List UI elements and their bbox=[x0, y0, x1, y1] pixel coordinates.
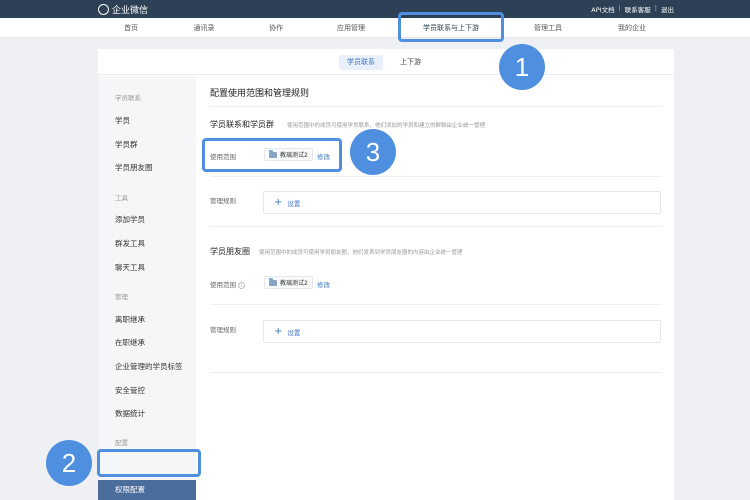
divider bbox=[210, 372, 661, 373]
callout-nav-highlight bbox=[398, 12, 504, 42]
info-icon[interactable]: i bbox=[238, 281, 245, 289]
page-title: 配置使用范围和管理规则 bbox=[210, 89, 310, 99]
folder-icon bbox=[269, 277, 277, 286]
top-links: API文档 | 联系客服 | 退出 bbox=[591, 4, 674, 14]
section-desc-contact-groups: 使用范围中的成员可使用学员联系，他们添加的学员和建立的群聊由企业统一管理 bbox=[287, 123, 486, 129]
top-bar: 企业微信 API文档 | 联系客服 | 退出 bbox=[0, 0, 750, 18]
divider: | bbox=[618, 4, 621, 12]
sidebar-item-students[interactable]: 学员 bbox=[115, 115, 130, 126]
divider bbox=[210, 304, 661, 305]
section-title-moments: 学员朋友圈 bbox=[210, 247, 250, 256]
sidebar-item-student-moments[interactable]: 学员朋友圈 bbox=[115, 162, 153, 173]
sidebar-item-active-inheritance[interactable]: 在职继承 bbox=[115, 337, 145, 348]
sidebar-item-permission-config[interactable]: 权限配置 bbox=[98, 480, 196, 500]
sidebar-group-student-contact: 学员联系 bbox=[115, 94, 141, 102]
rules-label: 管理规则 bbox=[210, 326, 236, 334]
plus-icon: + bbox=[274, 325, 283, 337]
sidebar-group-management: 管理 bbox=[115, 293, 128, 301]
api-docs-link[interactable]: API文档 bbox=[591, 4, 614, 14]
sub-tabs: 学员联系 上下游 bbox=[98, 49, 674, 75]
divider bbox=[210, 176, 661, 177]
scope-value: 教璃测试2 bbox=[280, 280, 308, 287]
nav-collaboration[interactable]: 协作 bbox=[269, 18, 283, 38]
section-title-contact-groups: 学员联系和学员群 bbox=[210, 120, 274, 129]
callout-scope-highlight bbox=[202, 138, 342, 172]
sidebar-item-data-statistics[interactable]: 数据统计 bbox=[115, 408, 145, 419]
sidebar-item-mass-send[interactable]: 群发工具 bbox=[115, 238, 145, 249]
nav-app-management[interactable]: 应用管理 bbox=[337, 18, 365, 38]
logo[interactable]: 企业微信 bbox=[98, 3, 148, 16]
contact-support-link[interactable]: 联系客服 bbox=[625, 4, 651, 14]
callout-badge-2: 2 bbox=[46, 440, 92, 486]
sidebar-item-security-control[interactable]: 安全管控 bbox=[115, 385, 145, 396]
sidebar-group-tools: 工具 bbox=[115, 194, 128, 202]
tab-student-contact[interactable]: 学员联系 bbox=[339, 55, 383, 70]
nav-contacts[interactable]: 通讯录 bbox=[194, 18, 215, 38]
edit-scope-link[interactable]: 修改 bbox=[317, 279, 330, 289]
divider bbox=[210, 226, 661, 227]
rules-setting-button[interactable]: + 设置 bbox=[263, 320, 661, 343]
plus-icon: + bbox=[274, 196, 283, 208]
setting-label: 设置 bbox=[287, 199, 301, 208]
nav-management-tools[interactable]: 管理工具 bbox=[534, 18, 562, 38]
section-desc-moments: 使用范围中的成员可使用学员朋友圈，他们发表到学员朋友圈的内容由企业统一管理 bbox=[259, 250, 463, 256]
scope-label: 使用范围 i bbox=[210, 279, 245, 289]
logout-link[interactable]: 退出 bbox=[661, 4, 674, 14]
sidebar-item-chat-tools[interactable]: 聊天工具 bbox=[115, 262, 145, 273]
sidebar-item-enterprise-tags[interactable]: 企业管理的学员标签 bbox=[115, 361, 183, 372]
divider: | bbox=[654, 4, 657, 12]
callout-sidebar-highlight bbox=[97, 449, 201, 477]
sidebar-group-config: 配置 bbox=[115, 439, 128, 447]
nav-my-enterprise[interactable]: 我的企业 bbox=[618, 18, 646, 38]
main-panel: 学员联系 上下游 学员联系 学员 学员群 学员朋友圈 工具 添加学员 群发工具 … bbox=[98, 49, 674, 500]
scope-label-text: 使用范围 bbox=[210, 281, 236, 289]
callout-badge-1: 1 bbox=[499, 44, 545, 90]
callout-badge-3: 3 bbox=[350, 129, 396, 175]
rules-label: 管理规则 bbox=[210, 197, 236, 205]
sidebar-item-student-groups[interactable]: 学员群 bbox=[115, 139, 138, 150]
rules-setting-button[interactable]: + 设置 bbox=[263, 191, 661, 214]
main-nav: 首页 通讯录 协作 应用管理 学员联系与上下游 管理工具 我的企业 bbox=[0, 18, 750, 38]
sidebar: 学员联系 学员 学员群 学员朋友圈 工具 添加学员 群发工具 聊天工具 管理 离… bbox=[98, 76, 196, 500]
setting-label: 设置 bbox=[287, 328, 301, 337]
nav-home[interactable]: 首页 bbox=[124, 18, 138, 38]
tab-upstream-downstream[interactable]: 上下游 bbox=[392, 55, 429, 70]
sidebar-item-resigned-inheritance[interactable]: 离职继承 bbox=[115, 314, 145, 325]
sidebar-item-add-student[interactable]: 添加学员 bbox=[115, 214, 145, 225]
logo-text: 企业微信 bbox=[112, 6, 149, 16]
scope-chip: 教璃测试2 bbox=[264, 276, 313, 289]
divider bbox=[210, 106, 661, 107]
wecom-logo-icon bbox=[98, 4, 109, 15]
